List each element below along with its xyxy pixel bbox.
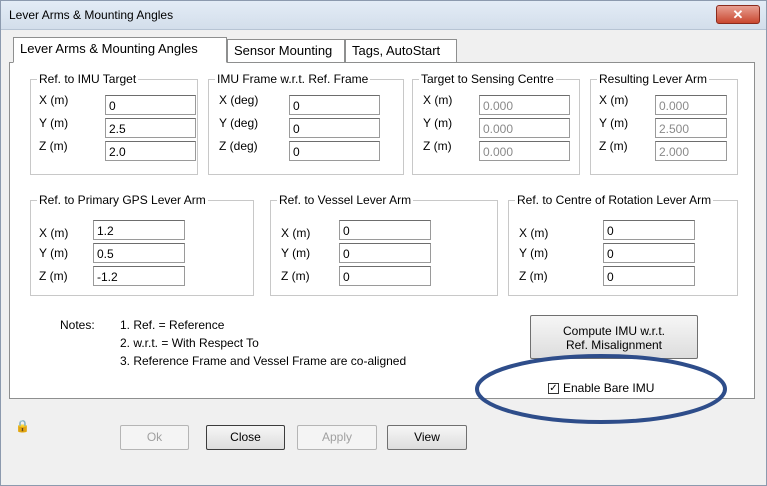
imu-target-y-field[interactable]: 2.5 [105, 118, 196, 138]
imu-frame-y-field[interactable]: 0 [289, 118, 380, 138]
group-title: Ref. to Centre of Rotation Lever Arm [515, 193, 714, 207]
target-sensing-y-field: 0.000 [479, 118, 570, 138]
primary-gps-z-field[interactable]: -1.2 [93, 266, 185, 286]
group-title: Ref. to IMU Target [37, 72, 139, 86]
primary-gps-y-field[interactable]: 0.5 [93, 243, 185, 263]
imu-target-x-field[interactable]: 0 [105, 95, 196, 115]
centre-rotation-z-field[interactable]: 0 [603, 266, 695, 286]
group-target-sensing: Target to Sensing Centre X (m) Y (m) Z (… [412, 72, 580, 175]
resulting-z-field: 2.000 [655, 141, 727, 161]
label-x: X (m) [39, 226, 69, 240]
apply-button[interactable]: Apply [297, 425, 377, 450]
tab-tags-autostart[interactable]: Tags, AutoStart [345, 39, 457, 62]
note-item: 2. w.r.t. = With Respect To [120, 336, 259, 350]
vessel-x-field[interactable]: 0 [339, 220, 431, 240]
label-z: Z (m) [281, 269, 310, 283]
label-x: X (m) [599, 93, 629, 107]
label-y: Y (m) [39, 246, 69, 260]
note-item: 1. Ref. = Reference [120, 318, 225, 332]
compute-button-line1: Compute IMU w.r.t. [562, 324, 666, 338]
label-x: X (m) [281, 226, 311, 240]
label-x: X (deg) [219, 93, 259, 107]
group-imu-frame: IMU Frame w.r.t. Ref. Frame X (deg) Y (d… [208, 72, 404, 175]
imu-frame-z-field[interactable]: 0 [289, 141, 380, 161]
label-y: Y (m) [519, 246, 549, 260]
label-y: Y (m) [39, 116, 69, 130]
group-title: Ref. to Primary GPS Lever Arm [37, 193, 208, 207]
vessel-y-field[interactable]: 0 [339, 243, 431, 263]
centre-rotation-y-field[interactable]: 0 [603, 243, 695, 263]
group-primary-gps: Ref. to Primary GPS Lever Arm X (m) Y (m… [30, 193, 254, 296]
resulting-y-field: 2.500 [655, 118, 727, 138]
lock-icon: 🔒 [15, 419, 30, 433]
label-y: Y (deg) [219, 116, 259, 130]
tab-lever-arms[interactable]: Lever Arms & Mounting Angles [13, 37, 227, 63]
label-y: Y (m) [599, 116, 629, 130]
compute-button-line2: Ref. Misalignment [565, 338, 663, 352]
highlight-ellipse-annotation [475, 354, 727, 424]
note-item: 3. Reference Frame and Vessel Frame are … [120, 354, 407, 368]
group-resulting-lever-arm: Resulting Lever Arm X (m) Y (m) Z (m) 0.… [590, 72, 738, 175]
tab-sensor-mounting[interactable]: Sensor Mounting [227, 39, 345, 62]
label-z: Z (m) [423, 139, 452, 153]
group-imu-target: Ref. to IMU Target X (m) Y (m) Z (m) 0 2… [30, 72, 198, 175]
window-close-button[interactable]: ✕ [716, 5, 760, 24]
resulting-x-field: 0.000 [655, 95, 727, 115]
label-z: Z (deg) [219, 139, 258, 153]
dialog-window: Lever Arms & Mounting Angles ✕ Lever Arm… [0, 0, 767, 486]
group-centre-rotation: Ref. to Centre of Rotation Lever Arm X (… [508, 193, 738, 296]
imu-frame-x-field[interactable]: 0 [289, 95, 380, 115]
label-z: Z (m) [39, 139, 68, 153]
close-button[interactable]: Close [206, 425, 285, 450]
group-title: Ref. to Vessel Lever Arm [277, 193, 414, 207]
group-vessel-lever-arm: Ref. to Vessel Lever Arm X (m) Y (m) Z (… [270, 193, 498, 296]
notes-label: Notes: [60, 318, 95, 332]
label-x: X (m) [519, 226, 549, 240]
group-title: Target to Sensing Centre [419, 72, 556, 86]
label-x: X (m) [39, 93, 69, 107]
label-z: Z (m) [39, 269, 68, 283]
centre-rotation-x-field[interactable]: 0 [603, 220, 695, 240]
target-sensing-x-field: 0.000 [479, 95, 570, 115]
label-x: X (m) [423, 93, 453, 107]
title-bar: Lever Arms & Mounting Angles ✕ [1, 1, 766, 30]
vessel-z-field[interactable]: 0 [339, 266, 431, 286]
primary-gps-x-field[interactable]: 1.2 [93, 220, 185, 240]
label-y: Y (m) [281, 246, 311, 260]
group-title: IMU Frame w.r.t. Ref. Frame [215, 72, 371, 86]
group-title: Resulting Lever Arm [597, 72, 710, 86]
imu-target-z-field[interactable]: 2.0 [105, 141, 196, 161]
label-z: Z (m) [519, 269, 548, 283]
window-title: Lever Arms & Mounting Angles [9, 8, 174, 22]
view-button[interactable]: View [387, 425, 467, 450]
label-z: Z (m) [599, 139, 628, 153]
label-y: Y (m) [423, 116, 453, 130]
tab-panel: Ref. to IMU Target X (m) Y (m) Z (m) 0 2… [9, 62, 755, 399]
ok-button[interactable]: Ok [120, 425, 189, 450]
target-sensing-z-field: 0.000 [479, 141, 570, 161]
